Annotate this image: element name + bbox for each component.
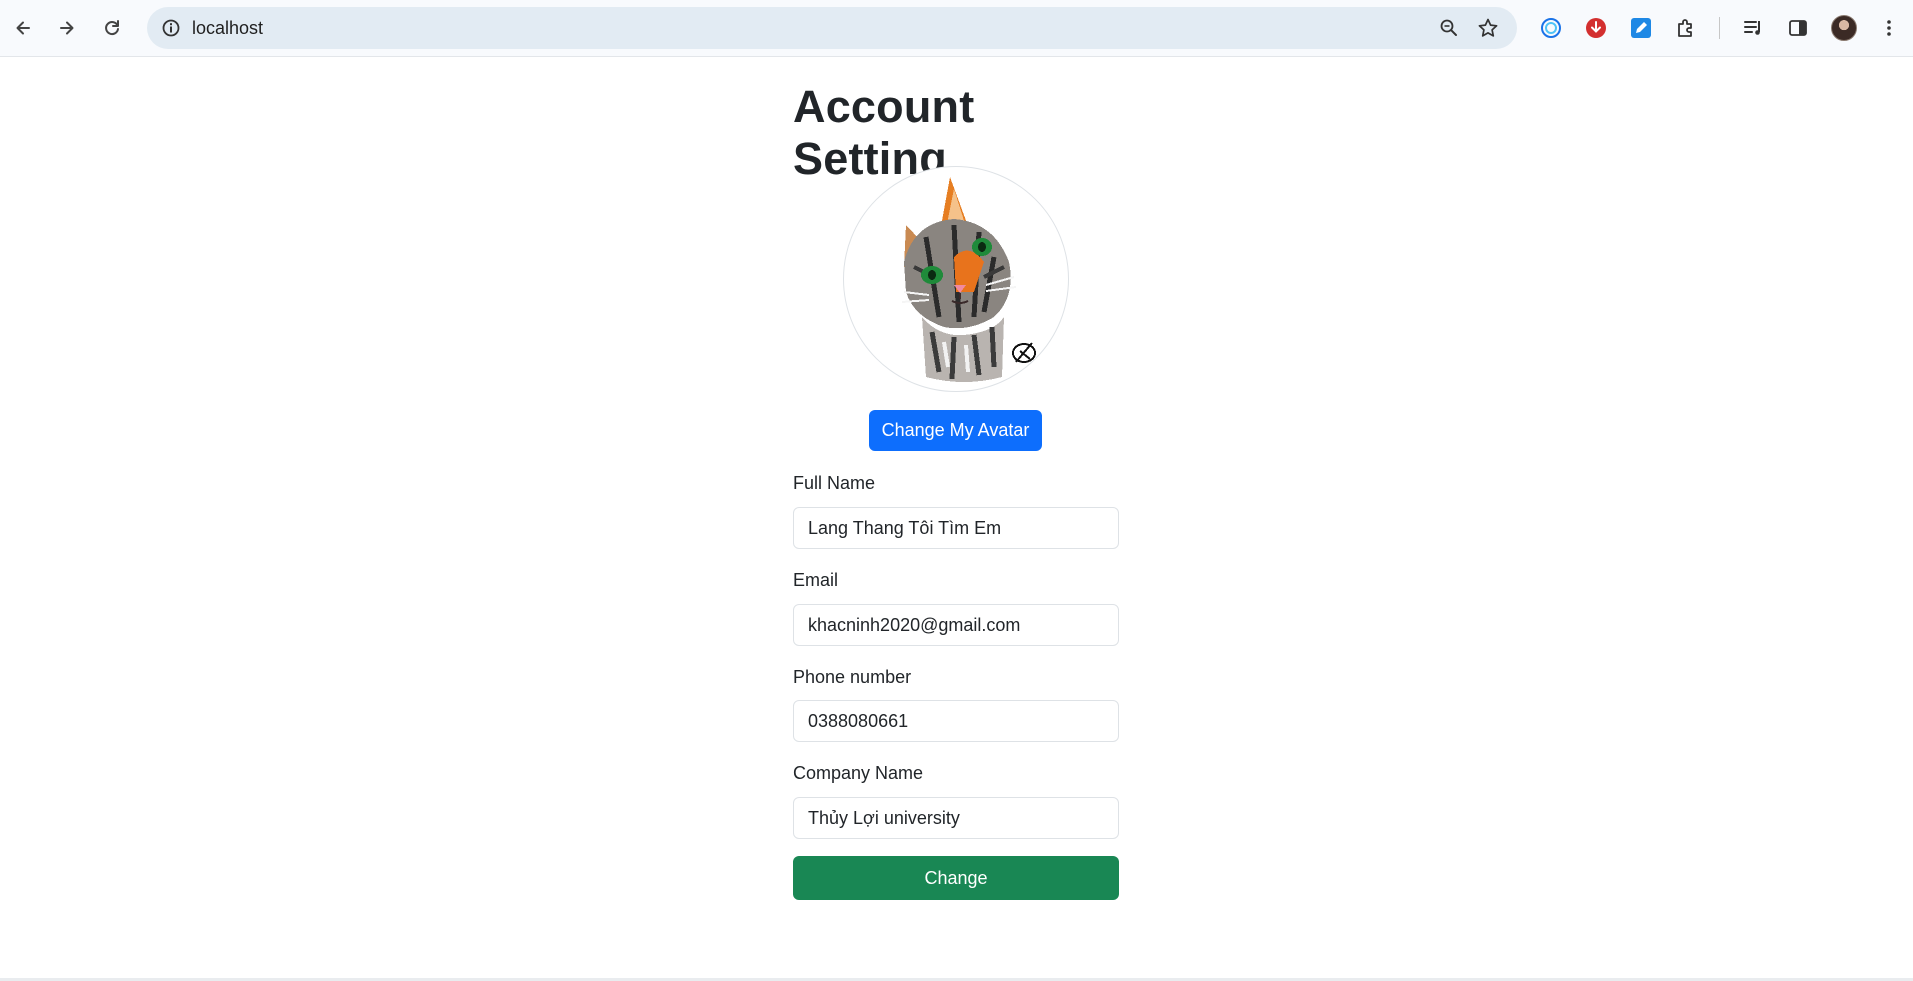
company-name-field[interactable] (793, 797, 1119, 839)
full-name-field[interactable] (793, 507, 1119, 549)
browser-toolbar: localhost (0, 0, 1913, 57)
email-label: Email (793, 570, 839, 590)
site-info-icon[interactable] (155, 12, 187, 44)
reload-button[interactable] (95, 11, 129, 45)
side-panel-icon[interactable] (1783, 13, 1813, 43)
bookmark-star-icon[interactable] (1473, 13, 1503, 43)
account-settings-form: Account Setting Change My Avatar Full Na… (793, 57, 1119, 900)
back-arrow-icon (16, 21, 30, 35)
company-name-label: Company Name (793, 763, 924, 783)
phone-number-label: Phone number (793, 667, 912, 687)
address-bar[interactable]: localhost (147, 7, 1517, 49)
profile-avatar[interactable] (1831, 15, 1857, 41)
extension-download-icon[interactable] (1581, 13, 1611, 43)
back-button[interactable] (6, 11, 40, 45)
kebab-menu-icon[interactable] (1874, 13, 1904, 43)
phone-number-field[interactable] (793, 700, 1119, 742)
forward-arrow-icon (60, 21, 74, 35)
url-text: localhost (192, 18, 264, 38)
zoom-icon[interactable] (1434, 13, 1464, 43)
avatar (843, 166, 1069, 392)
full-name-label: Full Name (793, 473, 876, 493)
forward-button[interactable] (50, 11, 84, 45)
toolbar-divider (1719, 17, 1720, 39)
media-queue-icon[interactable] (1738, 13, 1768, 43)
cat-avatar-image (901, 177, 1036, 382)
change-button[interactable]: Change (793, 856, 1119, 900)
extensions-puzzle-icon[interactable] (1671, 13, 1701, 43)
extension-circle-icon[interactable] (1536, 13, 1566, 43)
email-field[interactable] (793, 604, 1119, 646)
extension-edit-icon[interactable] (1626, 13, 1656, 43)
reload-icon (105, 20, 119, 36)
change-avatar-button[interactable]: Change My Avatar (869, 410, 1042, 451)
